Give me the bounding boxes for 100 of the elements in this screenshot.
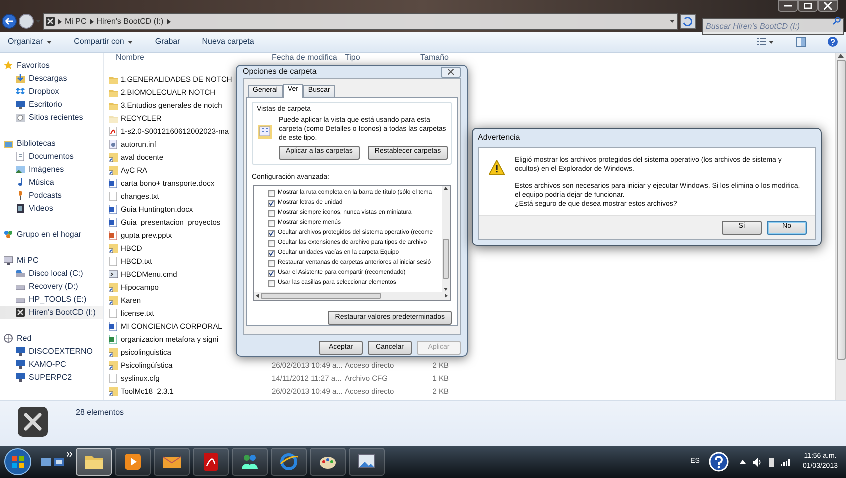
close-button[interactable] <box>441 66 461 78</box>
text-file-icon <box>109 257 118 266</box>
checkbox[interactable] <box>268 230 275 236</box>
help-icon[interactable] <box>708 452 729 472</box>
check-icon <box>269 250 274 256</box>
scroll-thumb[interactable] <box>261 293 381 299</box>
shortcut-icon <box>109 283 118 292</box>
column-header[interactable]: Fecha de modifica <box>272 53 345 62</box>
document-icon <box>109 179 118 188</box>
checkbox[interactable] <box>268 270 275 276</box>
dialog-title: Advertencia <box>478 132 522 144</box>
hard-drive-icon <box>16 269 25 278</box>
tools-icon <box>46 17 55 26</box>
view-button[interactable] <box>757 38 774 46</box>
sidebar-item[interactable]: Bibliotecas <box>0 137 103 150</box>
sidebar-item[interactable]: Mi PC <box>0 254 103 267</box>
maximize-button[interactable] <box>798 0 818 12</box>
device-icon[interactable] <box>768 458 775 466</box>
chevron-icon <box>58 18 62 24</box>
people-icon <box>240 452 260 472</box>
volume-icon[interactable] <box>752 458 762 466</box>
sidebar-item[interactable]: Red <box>0 332 103 345</box>
network-icon <box>4 334 13 343</box>
toolbar-button[interactable]: Grabar <box>155 36 180 48</box>
search-field[interactable]: Buscar Hiren's BootCD (I:) <box>702 18 844 35</box>
sidebar-item[interactable]: Recovery (D:) <box>0 280 103 293</box>
column-header[interactable]: Tamaño <box>419 53 449 62</box>
sidebar-item[interactable]: Música <box>0 176 103 189</box>
column-header[interactable]: Nombre <box>106 53 272 62</box>
window-switch-icon[interactable] <box>54 458 64 466</box>
sidebar-item[interactable]: KAMO-PC <box>0 358 103 371</box>
taskbar-button[interactable] <box>310 448 346 476</box>
scroll-right-icon[interactable] <box>445 294 448 298</box>
folder-icon <box>109 88 118 97</box>
checkbox[interactable] <box>268 240 275 246</box>
sidebar-item[interactable]: Dropbox <box>0 85 103 98</box>
globe-e-icon <box>279 452 299 472</box>
sidebar-item[interactable]: Sitios recientes <box>0 111 103 124</box>
column-header[interactable]: Tipo <box>345 53 419 62</box>
checkbox[interactable] <box>268 200 275 206</box>
toolbar-button[interactable]: Organizar <box>8 36 52 48</box>
taskbar-button[interactable] <box>271 448 307 476</box>
monitor-icon <box>16 360 25 369</box>
back-button[interactable] <box>2 14 17 29</box>
sidebar-item[interactable]: Hiren's BootCD (I:) <box>0 306 103 319</box>
sidebar-item[interactable]: SUPERPC2 <box>0 371 103 384</box>
download-folder-icon <box>16 74 25 83</box>
refresh-button[interactable] <box>680 14 696 29</box>
sidebar-item[interactable]: DISCOEXTERNO <box>0 345 103 358</box>
checkbox[interactable] <box>268 280 275 286</box>
toolbar-button[interactable]: Compartir con <box>74 36 134 48</box>
checkbox[interactable] <box>268 260 275 266</box>
scroll-left-icon[interactable] <box>256 294 259 298</box>
minimize-button[interactable] <box>778 0 798 12</box>
taskbar-button[interactable] <box>154 448 190 476</box>
tray-arrow-icon[interactable] <box>740 460 746 464</box>
chevron-icon[interactable] <box>67 452 73 457</box>
item-count: 28 elementos <box>76 407 124 419</box>
checkbox[interactable] <box>268 190 275 196</box>
sidebar-item[interactable]: HP_TOOLS (E:) <box>0 293 103 306</box>
monitor-icon <box>16 373 25 382</box>
text-file-icon <box>109 192 118 201</box>
taskbar-button[interactable] <box>349 448 385 476</box>
document-icon <box>109 322 118 331</box>
scroll-up-icon[interactable] <box>444 187 448 190</box>
settings-file-icon <box>109 140 118 149</box>
taskbar-button[interactable] <box>232 448 268 476</box>
film-icon <box>16 204 25 213</box>
sidebar-item[interactable]: Descargas <box>0 72 103 85</box>
sidebar-item[interactable]: Imágenes <box>0 163 103 176</box>
horizontal-scrollbar[interactable] <box>254 292 450 300</box>
sidebar-item[interactable]: Videos <box>0 202 103 215</box>
signal-icon[interactable] <box>780 458 790 466</box>
scroll-thumb[interactable] <box>836 60 846 360</box>
sidebar-item[interactable]: Escritorio <box>0 98 103 111</box>
checkbox[interactable] <box>268 250 275 256</box>
sidebar-item[interactable]: Documentos <box>0 150 103 163</box>
shortcut-icon <box>109 361 118 370</box>
preview-pane-button[interactable] <box>796 37 806 47</box>
shortcut-icon <box>109 348 118 357</box>
breadcrumb-item[interactable]: Mi PC <box>65 16 87 28</box>
sidebar-item[interactable]: Grupo en el hogar <box>0 228 103 241</box>
sidebar-item[interactable]: Disco local (C:) <box>0 267 103 280</box>
address-bar[interactable]: Mi PC Hiren's BootCD (I:) <box>43 13 678 30</box>
forward-button[interactable] <box>19 14 34 29</box>
scroll-thumb[interactable] <box>443 239 449 279</box>
help-button[interactable] <box>828 37 838 47</box>
check-icon <box>269 270 274 276</box>
start-button[interactable] <box>4 448 32 476</box>
sidebar-item[interactable]: Podcasts <box>0 189 103 202</box>
toolbar-button[interactable]: Nueva carpeta <box>202 36 254 48</box>
vertical-scrollbar[interactable] <box>442 186 450 292</box>
sidebar-item[interactable]: Favoritos <box>0 59 103 72</box>
taskbar-button[interactable] <box>115 448 151 476</box>
scrollbar[interactable] <box>835 53 846 400</box>
breadcrumb-item[interactable]: Hiren's BootCD (I:) <box>96 16 164 28</box>
checkbox[interactable] <box>268 220 275 226</box>
monitor-icon <box>16 347 25 356</box>
shortcut-icon <box>109 387 118 396</box>
checkbox[interactable] <box>268 210 275 216</box>
